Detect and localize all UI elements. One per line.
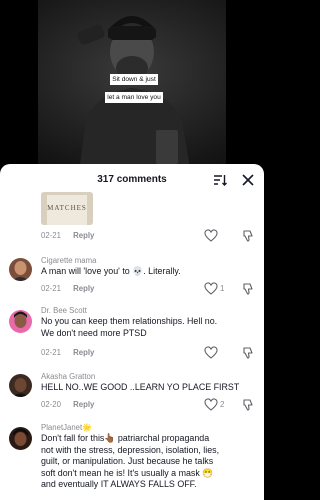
comment-username[interactable]: Akasha Gratton (41, 372, 95, 381)
heart-outline-icon[interactable] (204, 229, 218, 243)
video-caption: Sit down & just let a man love you (98, 68, 170, 104)
avatar[interactable] (9, 310, 32, 333)
avatar[interactable] (9, 374, 32, 397)
thumbs-down-icon[interactable] (241, 398, 255, 412)
comment-meta: 02-21 Reply (41, 284, 94, 293)
avatar[interactable] (9, 427, 32, 450)
comment-text-line: soft don't mean he is! It's usually a ma… (41, 467, 214, 478)
comment-date: 02-21 (41, 284, 61, 293)
caption-line-2: let a man love you (105, 92, 163, 103)
comment-text: Don't fall for this👆🏾 patriarchal propag… (41, 433, 251, 491)
reply-button[interactable]: Reply (73, 231, 94, 240)
heart-outline-icon[interactable] (204, 398, 218, 412)
comment-text: A man will 'love you' to 💀. Literally. (41, 266, 181, 276)
comment-image-matches[interactable]: MATCHES (41, 192, 93, 225)
comment-text: HELL NO..WE GOOD ..LEARN YO PLACE FIRST (41, 382, 240, 392)
comment-username[interactable]: Cigarette mama (41, 256, 96, 265)
reply-button[interactable]: Reply (73, 400, 94, 409)
sort-icon[interactable] (212, 172, 228, 188)
comment-text-line: and eventually IT ALWAYS FALLS OFF. (41, 479, 197, 489)
thumbs-down-icon[interactable] (241, 346, 255, 360)
comment-date: 02-21 (41, 231, 61, 240)
comment-text-line: Don't fall for this👆🏾 patriarchal propag… (41, 433, 210, 443)
close-icon[interactable] (240, 172, 256, 188)
comment-text: No you can keep them relationships. Hell… (41, 316, 251, 339)
comment-date: 02-21 (41, 348, 61, 357)
reply-button[interactable]: Reply (73, 348, 94, 357)
comment-text-line: We don't need more PTSD (41, 327, 147, 338)
comments-header: 317 comments (0, 164, 264, 198)
heart-outline-icon[interactable] (204, 282, 218, 296)
matches-label: MATCHES (47, 204, 87, 212)
video-player[interactable]: Sit down & just let a man love you (0, 0, 264, 180)
like-count: 1 (220, 284, 225, 293)
comment-username[interactable]: PlanetJanet🌟 (41, 423, 92, 432)
comment-text-line: guilt, or manipulation. Just because he … (41, 456, 214, 466)
thumbs-down-icon[interactable] (241, 229, 255, 243)
like-count: 2 (220, 400, 225, 409)
heart-outline-icon[interactable] (204, 346, 218, 360)
comment-username[interactable]: Dr. Bee Scott (41, 306, 87, 315)
avatar[interactable] (9, 258, 32, 281)
comment-date: 02-20 (41, 400, 61, 409)
comments-sheet: 317 comments MATCHES 02-21 Reply Cigaret… (0, 164, 264, 500)
comment-meta: 02-21 Reply (41, 348, 94, 357)
caption-line-1: Sit down & just (110, 74, 158, 85)
comment-text-line: No you can keep them relationships. Hell… (41, 316, 218, 326)
reply-button[interactable]: Reply (73, 284, 94, 293)
comment-text-line: not with the stress, depression, isolati… (41, 444, 220, 455)
thumbs-down-icon[interactable] (241, 282, 255, 296)
comment-meta: 02-21 Reply (41, 231, 94, 240)
comment-meta: 02-20 Reply (41, 400, 94, 409)
